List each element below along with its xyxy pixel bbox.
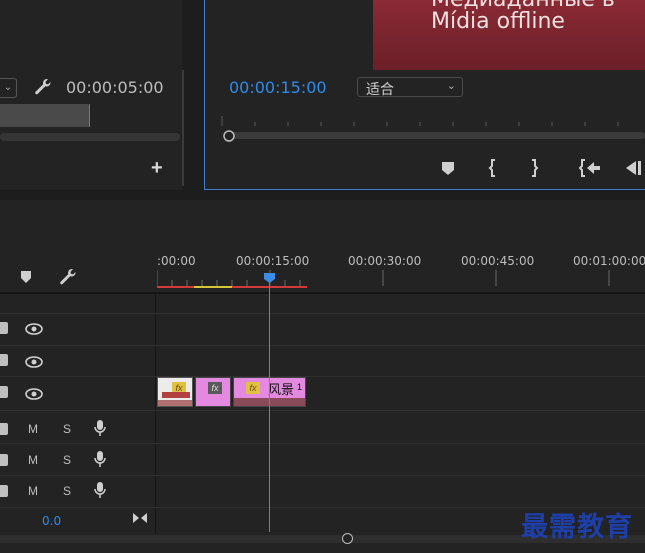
sync-lock-icon[interactable] <box>0 423 8 435</box>
mute-button[interactable]: M <box>28 484 38 498</box>
sync-lock-icon[interactable] <box>0 485 8 497</box>
offline-text-line2: Mídia offline <box>431 9 565 34</box>
add-button[interactable]: + <box>151 158 167 178</box>
step-back-button[interactable] <box>624 158 645 178</box>
source-dropdown-chevron[interactable]: ⌄ <box>0 78 17 98</box>
timeline-wrench-icon[interactable] <box>58 267 78 287</box>
bow-tie-icon[interactable] <box>132 511 148 523</box>
fx-badge: fx <box>208 382 222 394</box>
sync-lock-icon[interactable] <box>0 322 8 334</box>
mark-in-button[interactable] <box>486 158 500 178</box>
fit-select[interactable]: 适合 ⌄ <box>357 77 463 98</box>
microphone-icon[interactable] <box>94 450 106 468</box>
track-divider <box>0 313 645 314</box>
clip-red-stripe <box>162 392 190 398</box>
eye-icon[interactable] <box>25 355 43 368</box>
mark-out-button[interactable] <box>527 158 541 178</box>
ruler-divider <box>0 292 645 294</box>
ruler-label-60s: 00:01:00:00 <box>573 254 645 268</box>
track-divider <box>0 410 645 411</box>
chevron-down-icon: ⌄ <box>446 80 456 92</box>
solo-button[interactable]: S <box>63 453 71 467</box>
ruler-label-0: :00:00 <box>157 254 196 268</box>
source-zoom-bar[interactable] <box>0 104 90 127</box>
microphone-icon[interactable] <box>94 481 106 499</box>
mute-button[interactable]: M <box>28 422 38 436</box>
scroll-handle[interactable] <box>342 533 353 544</box>
go-to-in-button[interactable] <box>578 158 602 178</box>
track-divider <box>0 475 645 476</box>
source-zoom-marker <box>89 104 90 127</box>
ruler-label-45s: 00:00:45:00 <box>461 254 535 268</box>
clip-pink-1[interactable]: fx <box>195 377 231 407</box>
fx-badge: fx <box>246 382 260 394</box>
panel-divider <box>182 70 184 186</box>
fit-select-value: 适合 <box>366 82 394 98</box>
ruler-label-30s: 00:00:30:00 <box>348 254 422 268</box>
add-marker-button[interactable] <box>441 160 455 176</box>
sync-lock-icon[interactable] <box>0 454 8 466</box>
wrench-icon[interactable] <box>33 77 53 97</box>
mute-button[interactable]: M <box>28 453 38 467</box>
program-timecode[interactable]: 00:00:15:00 <box>229 78 327 97</box>
eye-icon[interactable] <box>25 387 43 400</box>
clip-bottom-bar <box>158 400 192 406</box>
clip-white[interactable]: fx <box>157 377 193 407</box>
track-divider <box>0 443 645 444</box>
clip-number: 1 <box>297 382 303 392</box>
source-scrollbar[interactable] <box>0 133 180 141</box>
solo-button[interactable]: S <box>63 422 71 436</box>
marker-icon[interactable] <box>20 270 32 284</box>
offline-media-frame: Медиаданные в Mídia offline <box>373 0 645 70</box>
timeline-ruler[interactable] <box>157 268 645 292</box>
program-ruler[interactable] <box>220 112 645 146</box>
playhead-line <box>269 280 270 532</box>
eye-icon[interactable] <box>25 322 43 335</box>
track-divider <box>0 345 645 346</box>
track-divider <box>0 376 645 377</box>
watermark: 最需教育 <box>521 512 633 543</box>
playhead-handle[interactable] <box>263 271 276 283</box>
master-volume[interactable]: 0.0 <box>42 514 61 528</box>
sync-lock-icon[interactable] <box>0 354 8 366</box>
source-timecode[interactable]: 00:00:05:00 <box>66 78 164 97</box>
microphone-icon[interactable] <box>94 419 106 437</box>
ruler-label-15s: 00:00:15:00 <box>236 254 310 268</box>
clip-name: 风景 <box>268 383 295 398</box>
track-header-divider <box>155 294 156 534</box>
sync-lock-icon[interactable] <box>0 386 8 398</box>
solo-button[interactable]: S <box>63 484 71 498</box>
